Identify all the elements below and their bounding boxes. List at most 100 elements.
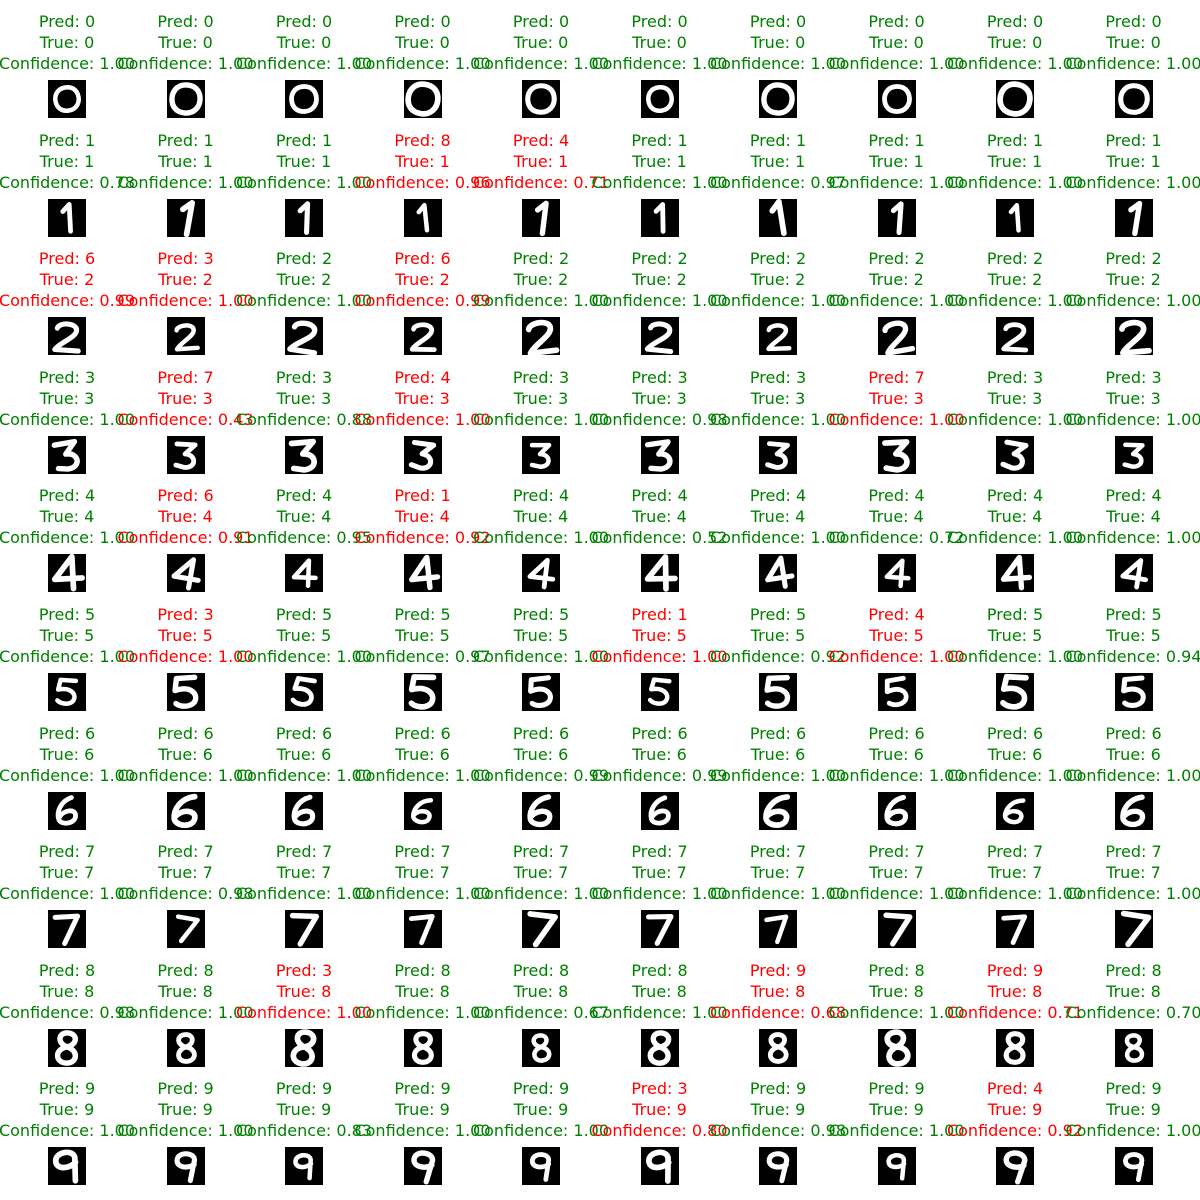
digit-background bbox=[166, 554, 205, 593]
digit-image bbox=[877, 554, 916, 593]
digit-image bbox=[996, 1028, 1034, 1067]
true-label: True: 9 bbox=[632, 1100, 687, 1120]
true-label: True: 0 bbox=[158, 33, 213, 52]
prediction-cell: Pred: 4 True: 4 Confidence: 1.00 bbox=[1065, 474, 1200, 593]
true-label: True: 1 bbox=[39, 151, 95, 171]
digit-image bbox=[996, 80, 1034, 118]
pred-label: Pred: 4 bbox=[986, 1079, 1044, 1099]
pred-label: Pred: 9 bbox=[1105, 1079, 1162, 1099]
digit-glyph bbox=[640, 910, 679, 949]
pred-label: Pred: 4 bbox=[512, 486, 570, 506]
true-label: True: 7 bbox=[869, 863, 924, 883]
true-label: True: 4 bbox=[1106, 507, 1161, 527]
pred-label: Pred: 8 bbox=[38, 960, 96, 980]
true-label: True: 6 bbox=[632, 744, 687, 764]
digit-image bbox=[166, 435, 205, 474]
true-label: True: 7 bbox=[632, 863, 687, 883]
digit-glyph bbox=[996, 791, 1034, 830]
true-label: True: 0 bbox=[513, 33, 569, 52]
true-label: True: 1 bbox=[395, 151, 450, 171]
pred-label: Pred: 6 bbox=[1105, 723, 1162, 743]
pred-label: Pred: 2 bbox=[631, 249, 688, 269]
true-label: True: 4 bbox=[632, 507, 687, 527]
digit-image bbox=[285, 1028, 323, 1067]
digit-glyph bbox=[285, 673, 323, 711]
pred-label: Pred: 9 bbox=[749, 1079, 807, 1099]
digit-glyph bbox=[522, 198, 560, 237]
pred-label: Pred: 1 bbox=[157, 130, 214, 150]
digit-image bbox=[48, 673, 86, 711]
digit-glyph bbox=[759, 910, 797, 949]
digit-glyph bbox=[48, 791, 86, 830]
true-label: True: 5 bbox=[395, 626, 450, 645]
true-label: True: 0 bbox=[39, 33, 95, 52]
true-label: True: 3 bbox=[987, 388, 1043, 408]
digit-glyph bbox=[522, 910, 560, 949]
digit-glyph bbox=[640, 791, 679, 830]
true-label: True: 9 bbox=[750, 1100, 806, 1120]
true-label: True: 4 bbox=[158, 507, 213, 527]
pred-label: Pred: 9 bbox=[275, 1079, 333, 1099]
digit-glyph bbox=[1114, 317, 1153, 356]
true-label: True: 6 bbox=[987, 744, 1043, 764]
pred-label: Pred: 1 bbox=[986, 130, 1044, 150]
digit-image bbox=[522, 317, 560, 356]
true-label: True: 8 bbox=[632, 981, 687, 1001]
digit-image bbox=[1114, 673, 1153, 711]
true-label: True: 4 bbox=[750, 507, 806, 527]
digit-glyph bbox=[996, 910, 1034, 949]
true-label: True: 3 bbox=[513, 388, 569, 408]
prediction-cell: Pred: 3 True: 3 Confidence: 1.00 bbox=[1065, 356, 1200, 475]
pred-label: Pred: 4 bbox=[275, 486, 333, 506]
digit-image bbox=[877, 673, 916, 711]
true-label: True: 3 bbox=[1106, 388, 1161, 408]
pred-label: Pred: 9 bbox=[157, 1079, 214, 1099]
pred-label: Pred: 0 bbox=[986, 12, 1044, 31]
digit-glyph bbox=[403, 910, 442, 949]
true-label: True: 7 bbox=[39, 863, 95, 883]
true-label: True: 2 bbox=[632, 270, 687, 290]
digit-glyph bbox=[166, 673, 205, 711]
true-label: True: 6 bbox=[869, 744, 924, 764]
true-label: True: 6 bbox=[750, 744, 806, 764]
pred-label: Pred: 7 bbox=[749, 842, 807, 862]
pred-label: Pred: 7 bbox=[986, 842, 1044, 862]
digit-glyph bbox=[1114, 791, 1153, 830]
pred-label: Pred: 0 bbox=[868, 12, 925, 31]
pred-label: Pred: 6 bbox=[157, 723, 214, 743]
digit-image bbox=[759, 198, 797, 237]
true-label: True: 3 bbox=[632, 388, 687, 408]
digit-glyph bbox=[877, 1028, 916, 1067]
true-label: True: 7 bbox=[513, 863, 569, 883]
digit-glyph bbox=[640, 554, 679, 593]
true-label: True: 2 bbox=[39, 270, 95, 290]
digit-glyph bbox=[48, 80, 86, 118]
digit-glyph bbox=[522, 673, 560, 711]
digit-image bbox=[403, 198, 442, 237]
true-label: True: 8 bbox=[276, 981, 332, 1001]
digit-image bbox=[996, 198, 1034, 237]
digit-image bbox=[1114, 435, 1153, 474]
pred-label: Pred: 6 bbox=[631, 723, 688, 743]
digit-image bbox=[48, 1147, 86, 1186]
digit-image bbox=[640, 910, 679, 949]
pred-label: Pred: 3 bbox=[275, 960, 333, 980]
true-label: True: 7 bbox=[395, 863, 450, 883]
pred-label: Pred: 7 bbox=[631, 842, 688, 862]
pred-label: Pred: 3 bbox=[749, 367, 807, 387]
digit-image bbox=[759, 554, 797, 593]
confidence-label: Confidence: 0.94 bbox=[1065, 647, 1200, 666]
pred-label: Pred: 4 bbox=[868, 486, 925, 506]
true-label: True: 3 bbox=[158, 388, 213, 408]
digit-glyph bbox=[996, 435, 1034, 474]
digit-image bbox=[166, 554, 205, 593]
digit-image bbox=[877, 80, 916, 118]
digit-image bbox=[996, 317, 1034, 356]
true-label: True: 7 bbox=[1106, 863, 1161, 883]
digit-glyph bbox=[522, 80, 560, 118]
digit-glyph bbox=[522, 1028, 560, 1067]
digit-glyph bbox=[877, 554, 916, 593]
digit-image bbox=[996, 435, 1034, 474]
digit-image bbox=[640, 673, 679, 711]
pred-label: Pred: 6 bbox=[394, 723, 451, 743]
